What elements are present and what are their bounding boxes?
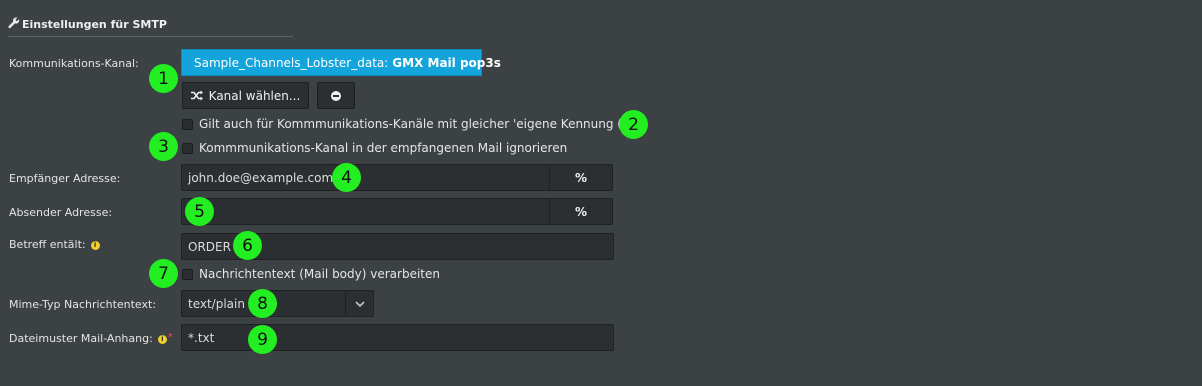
annotation-marker: 9 xyxy=(248,325,277,354)
chevron-down-icon[interactable] xyxy=(345,291,373,316)
channel-link-button[interactable]: Sample_Channels_Lobster_data: GMX Mail p… xyxy=(181,49,501,76)
same-id-checkbox-label: Gilt auch für Kommmunikations-Kanäle mit… xyxy=(199,117,648,131)
channel-prefix: Sample_Channels_Lobster_data: xyxy=(194,55,389,70)
info-icon[interactable]: i xyxy=(157,335,167,344)
minus-circle-icon xyxy=(331,90,341,101)
attachment-label-row: Dateimuster Mail-Anhang: i * xyxy=(9,332,173,345)
process-body-checkbox[interactable] xyxy=(182,268,193,280)
same-id-checkbox-row: Gilt auch für Kommmunikations-Kanäle mit… xyxy=(182,117,648,131)
subject-label: Betreff entält: xyxy=(9,238,86,251)
ignore-channel-checkbox-label: Kommmunikations-Kanal in der empfangenen… xyxy=(199,141,568,155)
recipient-value: john.doe@example.com xyxy=(188,170,334,185)
section-header: Einstellungen für SMTP xyxy=(8,12,293,37)
required-marker: * xyxy=(167,332,173,343)
attachment-value: *.txt xyxy=(188,330,215,345)
mime-value: text/plain xyxy=(188,296,245,311)
annotation-marker: 2 xyxy=(619,110,648,139)
mime-select[interactable]: text/plain xyxy=(181,290,374,317)
annotation-marker: 7 xyxy=(149,259,178,288)
recipient-variable-button[interactable]: % xyxy=(549,164,613,191)
remove-channel-button[interactable] xyxy=(317,82,355,109)
annotation-marker: 1 xyxy=(149,64,178,93)
mime-label: Mime-Typ Nachrichtentext: xyxy=(9,298,157,311)
recipient-input[interactable]: john.doe@example.com xyxy=(181,164,550,191)
choose-channel-label: Kanal wählen... xyxy=(208,88,301,103)
annotation-marker: 6 xyxy=(233,231,262,260)
attachment-label: Dateimuster Mail-Anhang: xyxy=(9,332,153,345)
ignore-channel-checkbox[interactable] xyxy=(182,142,193,154)
section-title: Einstellungen für SMTP xyxy=(22,18,167,31)
same-id-checkbox[interactable] xyxy=(182,118,193,130)
sender-label: Absender Adresse: xyxy=(9,206,113,219)
ignore-channel-checkbox-row: Kommmunikations-Kanal in der empfangenen… xyxy=(182,141,567,155)
sender-variable-button[interactable]: % xyxy=(549,198,613,225)
shuffle-icon xyxy=(190,90,203,101)
subject-label-row: Betreff entält: i xyxy=(9,238,100,251)
attachment-input[interactable]: *.txt xyxy=(181,324,614,351)
annotation-marker: 8 xyxy=(248,289,277,318)
channel-label: Kommunikations-Kanal: xyxy=(9,57,139,70)
channel-name: GMX Mail pop3s xyxy=(392,55,501,70)
annotation-marker: 3 xyxy=(149,132,178,161)
body-checkbox-row: Nachrichtentext (Mail body) verarbeiten xyxy=(182,267,440,281)
annotation-marker: 4 xyxy=(332,163,361,192)
subject-value: ORDER xyxy=(188,239,231,254)
process-body-checkbox-label: Nachrichtentext (Mail body) verarbeiten xyxy=(199,267,440,281)
recipient-label: Empfänger Adresse: xyxy=(9,172,121,185)
wrench-icon xyxy=(8,17,20,29)
choose-channel-button[interactable]: Kanal wählen... xyxy=(182,82,309,109)
annotation-marker: 5 xyxy=(185,197,214,226)
sender-input[interactable] xyxy=(181,198,550,225)
info-icon[interactable]: i xyxy=(90,241,100,250)
